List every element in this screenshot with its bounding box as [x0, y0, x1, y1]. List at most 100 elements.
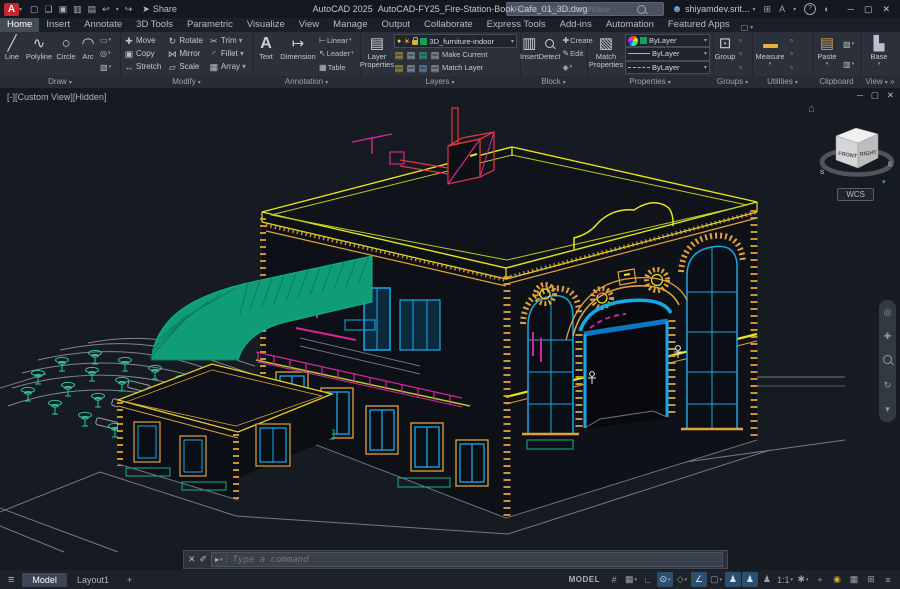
layer-thaw-sun-icon[interactable]: ☀	[403, 37, 410, 46]
command-input[interactable]	[230, 553, 719, 566]
groups-panel-label[interactable]: Groups ▾	[713, 76, 752, 88]
trim-button[interactable]: ✂ Trim ▾	[209, 34, 246, 47]
ellipse-button[interactable]: ◎ ▾	[100, 49, 111, 58]
copy-button[interactable]: ▣ Copy	[124, 47, 161, 60]
model-tab[interactable]: Model	[22, 572, 67, 587]
notifications-icon[interactable]: A	[779, 4, 785, 14]
app-menu-caret-icon[interactable]: ▾	[19, 6, 22, 13]
tab-insert[interactable]: Insert	[39, 18, 77, 32]
nav-wheel-icon[interactable]: ◎	[884, 307, 892, 318]
tab-output[interactable]: Output	[375, 18, 418, 32]
command-line-dock[interactable]: ✕ ✐ ▸ ▾	[183, 550, 728, 569]
tab-automation[interactable]: Automation	[599, 18, 661, 32]
tab-featured-apps[interactable]: Featured Apps	[661, 18, 737, 32]
maximize-button[interactable]: ▢	[864, 4, 873, 15]
save-icon[interactable]: ▣	[59, 4, 68, 15]
block-panel-label[interactable]: Block ▾	[520, 76, 587, 88]
rectangle-button[interactable]: ▭ ▾	[100, 36, 111, 45]
leader-button[interactable]: ↖ Leader ▾	[319, 49, 354, 58]
undo-caret-icon[interactable]: ▾	[116, 6, 119, 13]
annotation-panel-label[interactable]: Annotation ▾	[253, 76, 360, 88]
dimension-button[interactable]: ↦ Dimension	[279, 33, 317, 75]
object-color-dropdown[interactable]: ByLayer ▾	[625, 34, 710, 48]
make-current-button[interactable]: Make Current	[442, 49, 487, 61]
scale-button[interactable]: ▱ Scale	[167, 60, 203, 73]
base-button[interactable]: ▙ Base ▾	[860, 33, 898, 75]
match-properties-button[interactable]: ▧ Match Properties	[587, 33, 625, 75]
drawing-minimize-button[interactable]: ─	[857, 90, 863, 101]
command-field[interactable]: ▸ ▾	[211, 552, 723, 567]
viewcube-menu-caret-icon[interactable]: ▾	[882, 179, 886, 186]
fillet-button[interactable]: ◜ Fillet ▾	[209, 47, 246, 60]
match-layer-button[interactable]: Match Layer	[442, 62, 483, 74]
draw-panel-label[interactable]: Draw ▾	[0, 76, 120, 88]
layer-lock-icon[interactable]	[412, 36, 419, 45]
group-button[interactable]: ⊡ Group	[713, 33, 737, 75]
search-input[interactable]	[510, 3, 633, 15]
tab-manage[interactable]: Manage	[326, 18, 374, 32]
model-space-indicator[interactable]: MODEL	[569, 575, 600, 584]
help-icon[interactable]: ?	[804, 3, 817, 15]
polar-tracking-toggle[interactable]: ⊙ ▾	[656, 572, 673, 587]
array-button[interactable]: ▦ Array ▾	[209, 60, 246, 73]
arc-button[interactable]: ◠ Arc	[78, 33, 98, 75]
layer-tool-icon-2[interactable]: ▤	[406, 62, 416, 74]
line-button[interactable]: ╱ Line	[0, 33, 24, 75]
ortho-toggle[interactable]: ∟	[640, 572, 656, 587]
customization-menu[interactable]: ≡	[880, 572, 896, 587]
layout-menu-icon[interactable]: ≡	[0, 574, 22, 586]
annotation-visibility-toggle[interactable]: ♟	[759, 572, 775, 587]
quick-calc-button[interactable]: ▫	[790, 49, 793, 58]
new-layout-button[interactable]: +	[119, 575, 140, 585]
hatch-button[interactable]: ▨ ▾	[100, 63, 111, 72]
layer-dropdown-caret-icon[interactable]: ▾	[511, 38, 514, 45]
redo-icon[interactable]: ↪	[125, 4, 133, 15]
detect-button[interactable]: Detect	[539, 33, 560, 75]
layers-panel-label[interactable]: Layers ▾	[360, 76, 520, 88]
store-cart-icon[interactable]: ⊞	[764, 4, 772, 15]
layout1-tab[interactable]: Layout1	[67, 573, 119, 587]
drawing-viewport[interactable]: [-][Custom View][Hidden] ─ ▢ ✕ ⌂ FRONT R…	[0, 88, 900, 570]
search-box[interactable]	[505, 2, 664, 16]
utilities-panel-label[interactable]: Utilities ▾	[752, 76, 813, 88]
nav-pan-icon[interactable]: ✚	[884, 331, 892, 342]
properties-panel-label[interactable]: Properties ▾	[587, 76, 713, 88]
layer-state-icon-1[interactable]: ▤	[394, 49, 404, 61]
viewcube-east-label[interactable]: E	[888, 161, 893, 168]
lineweight-dropdown[interactable]: ByLayer ▾	[625, 47, 710, 61]
workspace-switching-control[interactable]: ✱ ▾	[795, 572, 811, 587]
tab-parametric[interactable]: Parametric	[180, 18, 240, 32]
ungroup-button[interactable]: ▫	[739, 36, 742, 45]
units-control[interactable]: ◉	[829, 572, 845, 587]
account-menu[interactable]: ☻ shiyamdev.srit... ▾	[672, 4, 756, 15]
nav-more-caret-icon[interactable]: ▾	[885, 404, 890, 415]
autodesk-account-icon[interactable]: ◐	[824, 4, 829, 14]
grid-toggle[interactable]: #	[606, 572, 622, 587]
text-button[interactable]: A Text	[253, 33, 279, 75]
measure-button[interactable]: Measure ▾	[752, 33, 788, 75]
view-panel-label[interactable]: View ▾ »	[860, 76, 900, 88]
drawing-close-button[interactable]: ✕	[887, 90, 894, 101]
quick-select-button[interactable]: ▫	[790, 36, 793, 45]
circle-button[interactable]: ○ Circle	[54, 33, 78, 75]
table-button[interactable]: ▦ Table	[319, 63, 354, 72]
view-panel-expand-icon[interactable]: »	[890, 77, 894, 86]
nav-orbit-icon[interactable]: ↻	[884, 380, 892, 391]
layer-on-bulb-icon[interactable]: ●	[397, 38, 401, 45]
gizmo-toggle[interactable]: ♟	[724, 572, 741, 587]
tab-3d-tools[interactable]: 3D Tools	[129, 18, 180, 32]
layer-properties-button[interactable]: ▤ Layer Properties	[360, 33, 394, 75]
annotation-monitor-toggle[interactable]: +	[812, 572, 828, 587]
isolate-objects-toggle[interactable]: ⊞	[863, 572, 879, 587]
viewcube-south-label[interactable]: S	[820, 169, 825, 176]
layer-tool-icon-1[interactable]: ▤	[394, 62, 404, 74]
move-button[interactable]: ✚ Move	[124, 34, 161, 47]
linetype-dropdown[interactable]: ByLayer ▾	[625, 60, 710, 74]
tab-collaborate[interactable]: Collaborate	[417, 18, 480, 32]
save-as-icon[interactable]: ▥	[73, 4, 82, 15]
layer-state-icon-4[interactable]: ▤	[430, 49, 440, 61]
modify-panel-label[interactable]: Modify ▾	[120, 76, 253, 88]
drawing-restore-button[interactable]: ▢	[871, 90, 879, 101]
command-recent-chip[interactable]: ▸ ▾	[215, 555, 227, 564]
navigation-bar[interactable]: ◎ ✚ ↻ ▾	[879, 300, 896, 422]
